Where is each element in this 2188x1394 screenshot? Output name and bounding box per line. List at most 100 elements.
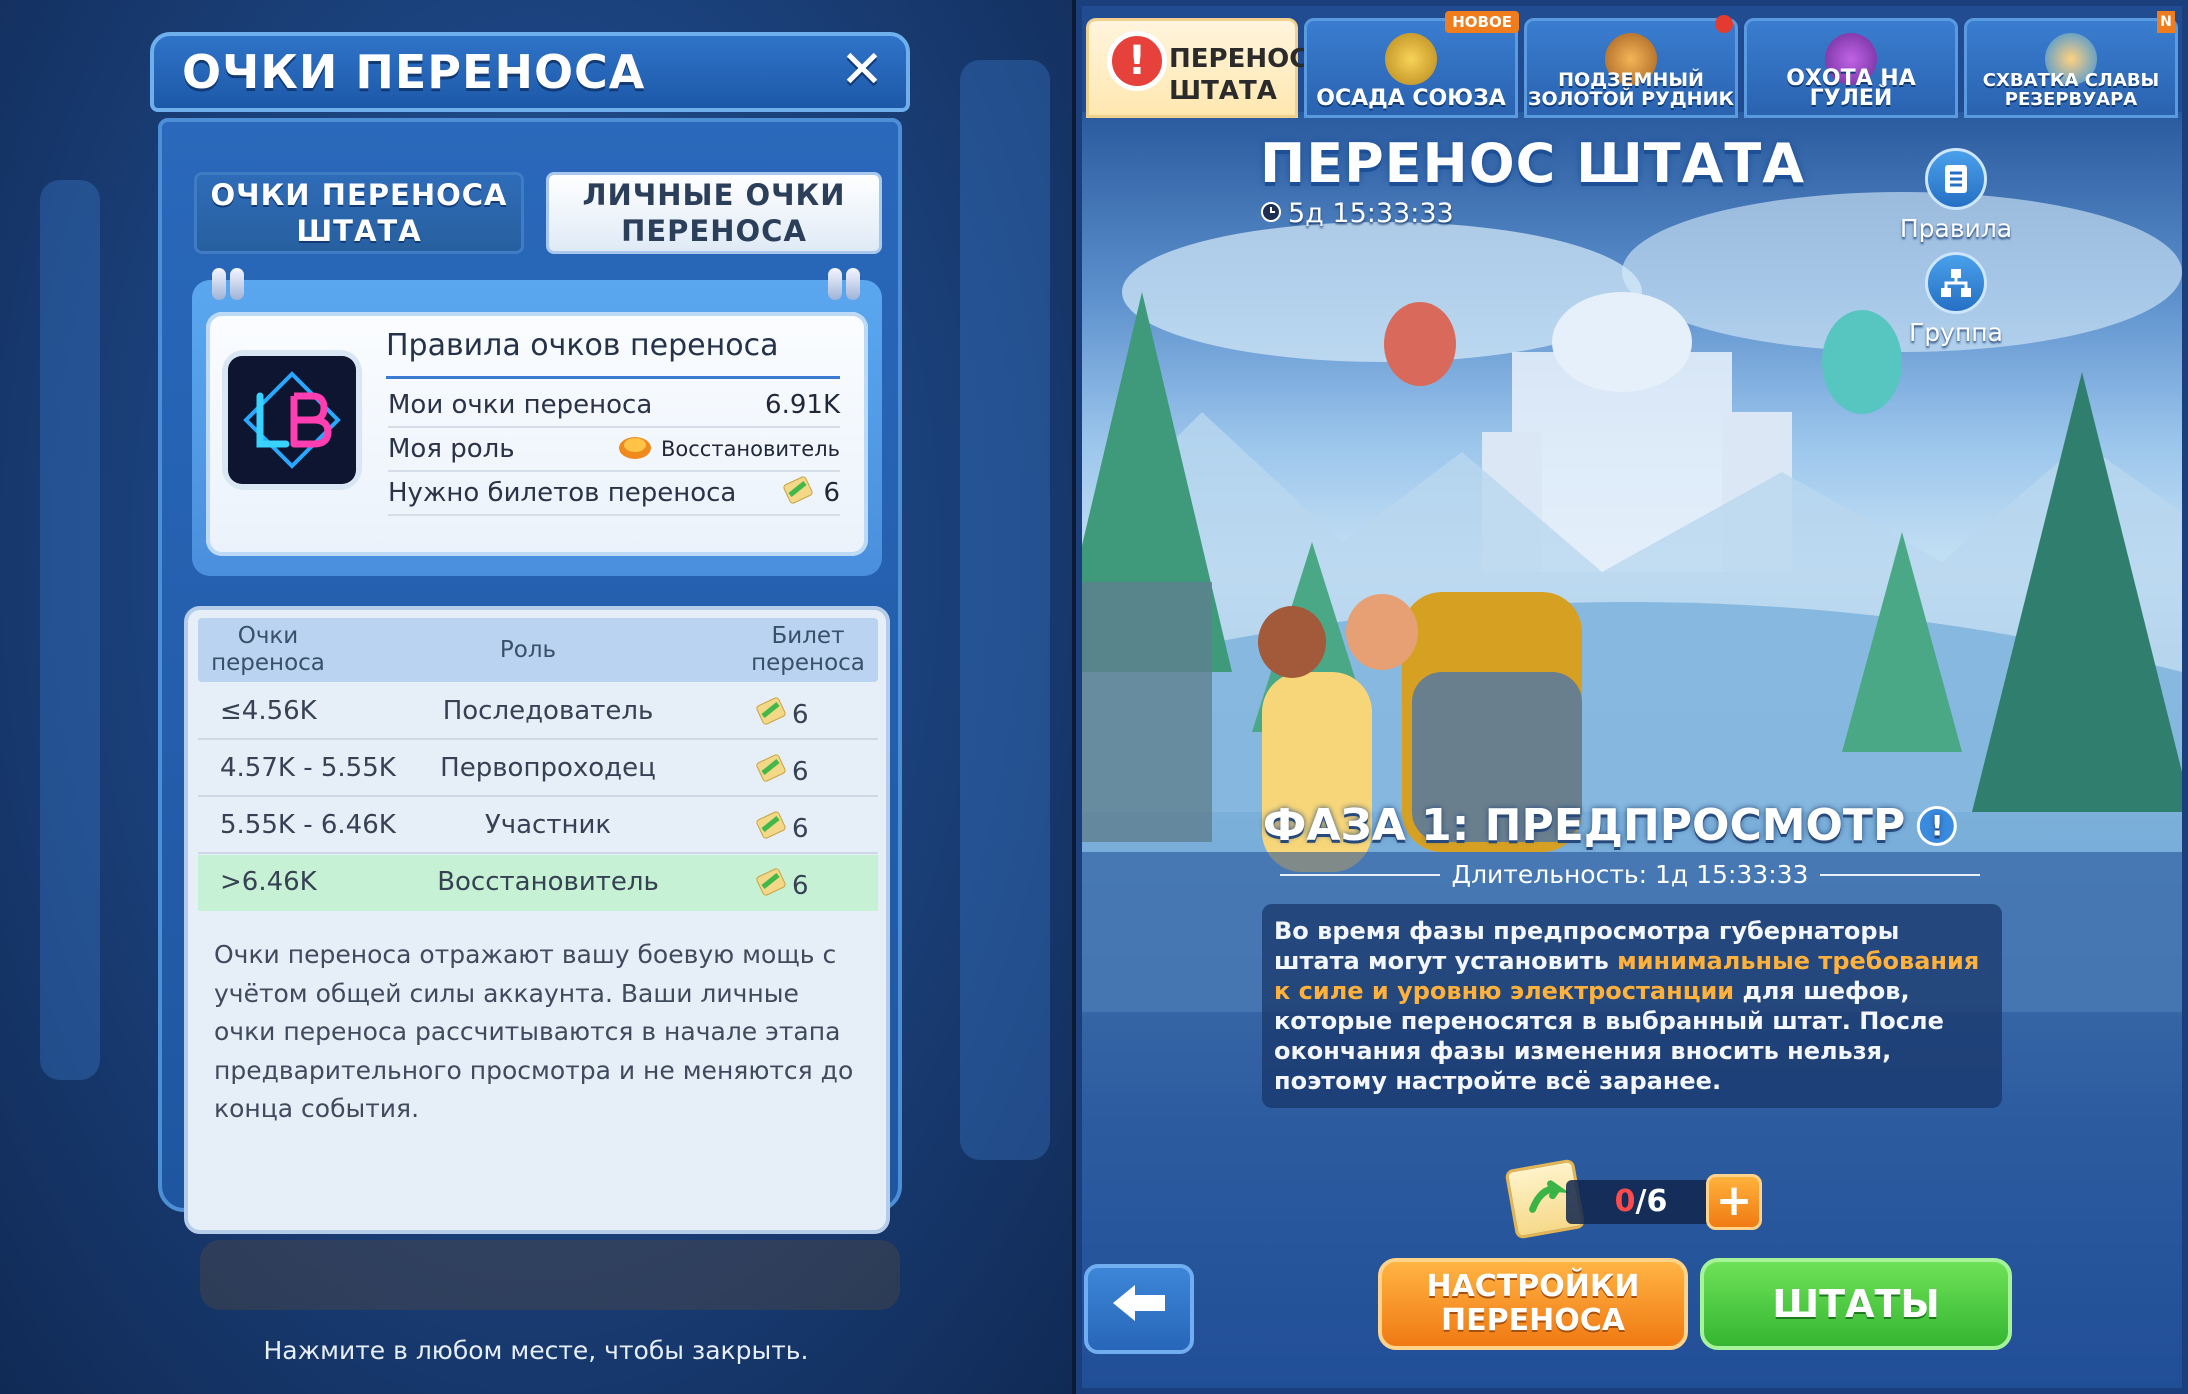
tab-label: ОХОТА НА ГУЛЕЙ xyxy=(1786,66,1916,111)
transfer-tickets-counter: 0/6 + xyxy=(1504,1158,1764,1240)
tab-state-transfer-points[interactable]: ОЧКИ ПЕРЕНОСА ШТАТА xyxy=(194,172,524,254)
tab-alliance-siege[interactable]: НОВОЕ ОСАДА СОЮЗА xyxy=(1304,11,1519,118)
rules-book-icon xyxy=(1925,148,1987,210)
tab-personal-transfer-points[interactable]: ЛИЧНЫЕ ОЧКИ ПЕРЕНОСА xyxy=(546,172,882,254)
cell-points: ≤4.56K xyxy=(220,696,317,726)
cell-points: 4.57K - 5.55K xyxy=(220,753,396,783)
ticket-icon xyxy=(754,808,788,849)
background-blur xyxy=(200,1240,900,1310)
tickets-current: 0 xyxy=(1614,1184,1636,1219)
pin-icon xyxy=(212,268,226,300)
back-button[interactable] xyxy=(1084,1264,1194,1354)
restorer-role-icon xyxy=(617,431,653,468)
roles-table: Очки переноса Роль Билет переноса ≤4.56K… xyxy=(184,606,890,1234)
table-row: ≤4.56K Последователь 6 xyxy=(198,684,878,740)
rules-panel: Правила очков переноса Мои очки переноса… xyxy=(206,312,868,556)
table-row-current: >6.46K Восстановитель 6 xyxy=(198,855,878,911)
ticket-icon xyxy=(754,865,788,906)
close-icon[interactable]: ✕ xyxy=(836,44,888,96)
tab-underground-gold-mine[interactable]: ПОДЗЕМНЫЙ ЗОЛОТОЙ РУДНИК xyxy=(1524,15,1738,118)
rules-title: Правила очков переноса xyxy=(386,328,779,363)
tab-label: ПОДЗЕМНЫЙ ЗОЛОТОЙ РУДНИК xyxy=(1527,69,1735,110)
timer-value: 5д 15:33:33 xyxy=(1288,198,1454,229)
tab-label: СХВАТКА СЛАВЫ РЕЗЕРВУАРА xyxy=(1982,70,2160,110)
ticket-count: 6 xyxy=(792,699,809,730)
divider xyxy=(386,376,840,379)
pin-icon xyxy=(230,268,244,300)
cell-role: Участник xyxy=(484,810,612,840)
dialog-title: ОЧКИ ПЕРЕНОСА xyxy=(182,45,646,99)
cell-points: >6.46K xyxy=(220,867,317,897)
group-label: Группа xyxy=(1909,318,2003,347)
alert-icon: ! xyxy=(1107,31,1167,91)
phase-description: Во время фазы предпросмотра губернаторы … xyxy=(1262,904,2002,1108)
role-value-wrap: Восстановитель xyxy=(617,431,840,468)
close-hint: Нажмите в любом месте, чтобы закрыть. xyxy=(263,1336,809,1365)
pin-icon xyxy=(846,268,860,300)
event-timer: 5д 15:33:33 xyxy=(1260,198,1454,229)
ticket-count: 6 xyxy=(792,870,809,901)
add-tickets-button[interactable]: + xyxy=(1706,1174,1762,1230)
cell-role: Восстановитель xyxy=(437,867,659,897)
tickets-total: /6 xyxy=(1635,1184,1668,1219)
row-value: Восстановитель xyxy=(660,437,840,461)
table-row: 4.57K - 5.55K Первопроходец 6 xyxy=(198,741,878,797)
table-header: Очки переноса Роль Билет переноса xyxy=(198,618,878,682)
rules-button[interactable]: Правила xyxy=(1886,148,2026,243)
column-header-points: Очки переноса xyxy=(211,623,325,676)
pin-icon xyxy=(828,268,842,300)
cell-points: 5.55K - 6.46K xyxy=(220,810,396,840)
ticket-count: 6 xyxy=(792,756,809,787)
ticket-icon xyxy=(781,473,815,514)
tab-label: ПЕРЕНОС ШТАТА xyxy=(1169,44,1309,106)
lb-logo-icon xyxy=(228,356,356,484)
tickets-needed-row: Нужно билетов переноса 6 xyxy=(388,472,840,516)
new-badge: НОВОЕ xyxy=(1445,11,1519,33)
column-header-role: Роль xyxy=(499,636,557,663)
dialog-title-bar: ОЧКИ ПЕРЕНОСА xyxy=(150,32,910,112)
ticket-count: 0/6 xyxy=(1566,1180,1716,1224)
n-badge: N xyxy=(2157,11,2175,33)
cell-tickets: 6 xyxy=(754,808,809,849)
row-value: 6 xyxy=(823,478,840,508)
cell-tickets: 6 xyxy=(754,751,809,792)
tab-reservoir-glory-clash[interactable]: N СХВАТКА СЛАВЫ РЕЗЕРВУАРА xyxy=(1964,11,2178,118)
my-role-row: Моя роль Восстановитель xyxy=(388,428,840,472)
cell-tickets: 6 xyxy=(754,865,809,906)
phase-title-text: ФАЗА 1: ПРЕДПРОСМОТР xyxy=(1262,800,1906,851)
table-row: 5.55K - 6.46K Участник 6 xyxy=(198,798,878,854)
group-icon xyxy=(1925,252,1987,314)
tab-ghoul-hunt[interactable]: ОХОТА НА ГУЛЕЙ xyxy=(1744,18,1958,118)
states-button[interactable]: ШТАТЫ xyxy=(1700,1258,2012,1350)
transfer-settings-button[interactable]: НАСТРОЙКИ ПЕРЕНОСА xyxy=(1378,1258,1688,1350)
event-tabs: ! ПЕРЕНОС ШТАТА НОВОЕ ОСАДА СОЮЗА ПОДЗЕМ… xyxy=(1086,11,2182,118)
back-arrow-icon xyxy=(1109,1275,1169,1338)
cell-role: Первопроходец xyxy=(440,753,656,783)
ticket-icon xyxy=(754,694,788,735)
transfer-points-screen[interactable]: ОЧКИ ПЕРЕНОСА ✕ ОЧКИ ПЕРЕНОСА ШТАТА ЛИЧН… xyxy=(0,0,1072,1394)
row-label: Моя роль xyxy=(388,434,515,464)
row-value: 6.91K xyxy=(765,390,840,420)
notification-dot xyxy=(1715,15,1733,33)
event-title: ПЕРЕНОС ШТАТА xyxy=(1260,132,1806,195)
tickets-value-wrap: 6 xyxy=(781,473,840,514)
rules-label: Правила xyxy=(1899,214,2013,243)
cell-role: Последователь xyxy=(442,696,654,726)
ticket-icon xyxy=(754,751,788,792)
clock-icon xyxy=(1260,198,1282,229)
tab-label: ОСАДА СОЮЗА xyxy=(1316,86,1506,111)
phase-title: ФАЗА 1: ПРЕДПРОСМОТР ! xyxy=(1262,800,1958,851)
background-blur xyxy=(40,180,100,1080)
info-icon[interactable]: ! xyxy=(1917,805,1958,846)
rules-card: Правила очков переноса Мои очки переноса… xyxy=(192,268,882,576)
column-header-ticket: Билет переноса xyxy=(751,623,865,676)
my-points-row: Мои очки переноса 6.91K xyxy=(388,384,840,428)
background-blur xyxy=(960,60,1050,1160)
group-button[interactable]: Группа xyxy=(1886,252,2026,347)
tab-state-transfer[interactable]: ! ПЕРЕНОС ШТАТА xyxy=(1086,18,1309,118)
dialog-body: ОЧКИ ПЕРЕНОСА ШТАТА ЛИЧНЫЕ ОЧКИ ПЕРЕНОСА xyxy=(158,118,902,1234)
row-label: Нужно билетов переноса xyxy=(388,478,737,508)
row-label: Мои очки переноса xyxy=(388,390,653,420)
cell-tickets: 6 xyxy=(754,694,809,735)
transfer-points-dialog: ОЧКИ ПЕРЕНОСА ✕ ОЧКИ ПЕРЕНОСА ШТАТА ЛИЧН… xyxy=(150,32,910,1234)
